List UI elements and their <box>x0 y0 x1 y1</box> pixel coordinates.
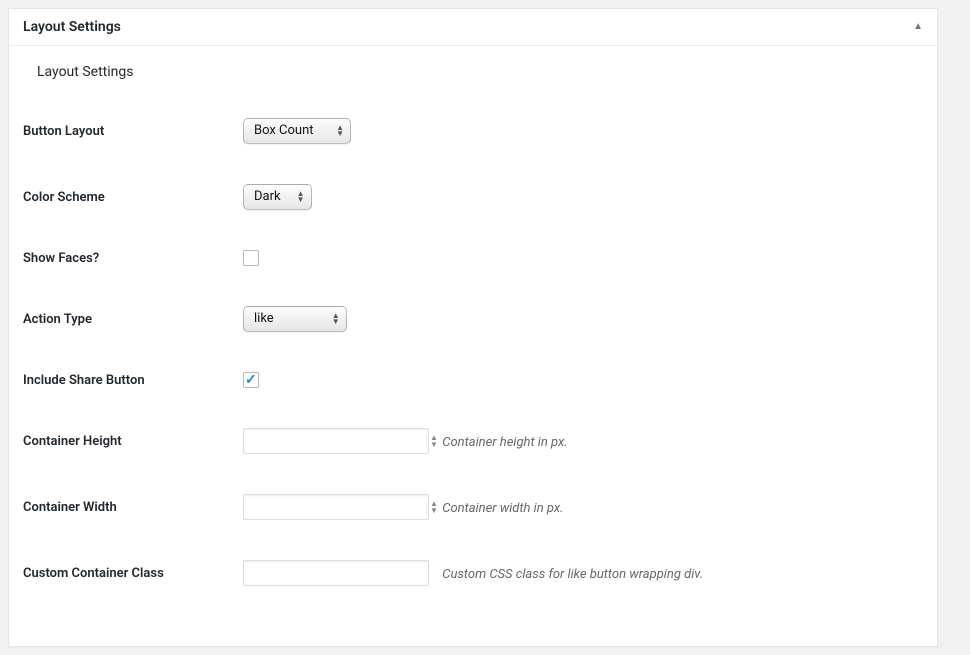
select-stepper-icon: ▲▼ <box>295 191 307 203</box>
select-stepper-icon: ▲▼ <box>334 125 346 137</box>
settings-table: Button Layout Box Count ▲▼ Color Scheme … <box>23 98 923 606</box>
collapse-icon[interactable]: ▲ <box>913 22 923 32</box>
layout-settings-metabox: Layout Settings ▲ Layout Settings Button… <box>8 8 938 647</box>
label-custom-class: Custom Container Class <box>23 540 243 606</box>
container-width-hint: Container width in px. <box>442 501 563 516</box>
row-container-width: Container Width ▲▼ Container width in px… <box>23 474 923 540</box>
container-height-input[interactable] <box>250 430 426 452</box>
row-button-layout: Button Layout Box Count ▲▼ <box>23 98 923 164</box>
action-type-select[interactable]: like ▲▼ <box>243 306 347 332</box>
metabox-header[interactable]: Layout Settings ▲ <box>9 9 937 46</box>
row-action-type: Action Type like ▲▼ <box>23 286 923 352</box>
row-custom-class: Custom Container Class Custom CSS class … <box>23 540 923 606</box>
container-height-hint: Container height in px. <box>442 435 567 450</box>
action-type-value: like <box>254 307 330 331</box>
color-scheme-select[interactable]: Dark ▲▼ <box>243 184 312 210</box>
row-color-scheme: Color Scheme Dark ▲▼ <box>23 164 923 230</box>
number-stepper-icon[interactable]: ▲▼ <box>426 435 441 448</box>
container-height-input-wrap: ▲▼ <box>243 428 429 454</box>
button-layout-value: Box Count <box>254 119 328 143</box>
label-action-type: Action Type <box>23 286 243 352</box>
container-width-input-wrap: ▲▼ <box>243 494 429 520</box>
container-width-input[interactable] <box>250 496 426 518</box>
color-scheme-value: Dark <box>254 185 295 209</box>
row-include-share: Include Share Button <box>23 352 923 408</box>
label-show-faces: Show Faces? <box>23 230 243 286</box>
row-container-height: Container Height ▲▼ Container height in … <box>23 408 923 474</box>
label-color-scheme: Color Scheme <box>23 164 243 230</box>
number-stepper-icon[interactable]: ▲▼ <box>426 501 441 514</box>
button-layout-select[interactable]: Box Count ▲▼ <box>243 118 351 144</box>
label-container-width: Container Width <box>23 474 243 540</box>
show-faces-checkbox[interactable] <box>243 250 259 266</box>
custom-class-hint: Custom CSS class for like button wrappin… <box>442 567 703 582</box>
select-stepper-icon: ▲▼ <box>330 313 342 325</box>
panel-subheading: Layout Settings <box>23 58 923 86</box>
panel-title: Layout Settings <box>23 19 121 35</box>
label-container-height: Container Height <box>23 408 243 474</box>
custom-class-input[interactable] <box>243 560 429 586</box>
include-share-checkbox[interactable] <box>243 372 259 388</box>
row-show-faces: Show Faces? <box>23 230 923 286</box>
metabox-body: Layout Settings Button Layout Box Count … <box>9 46 937 646</box>
label-button-layout: Button Layout <box>23 98 243 164</box>
label-include-share: Include Share Button <box>23 352 243 408</box>
